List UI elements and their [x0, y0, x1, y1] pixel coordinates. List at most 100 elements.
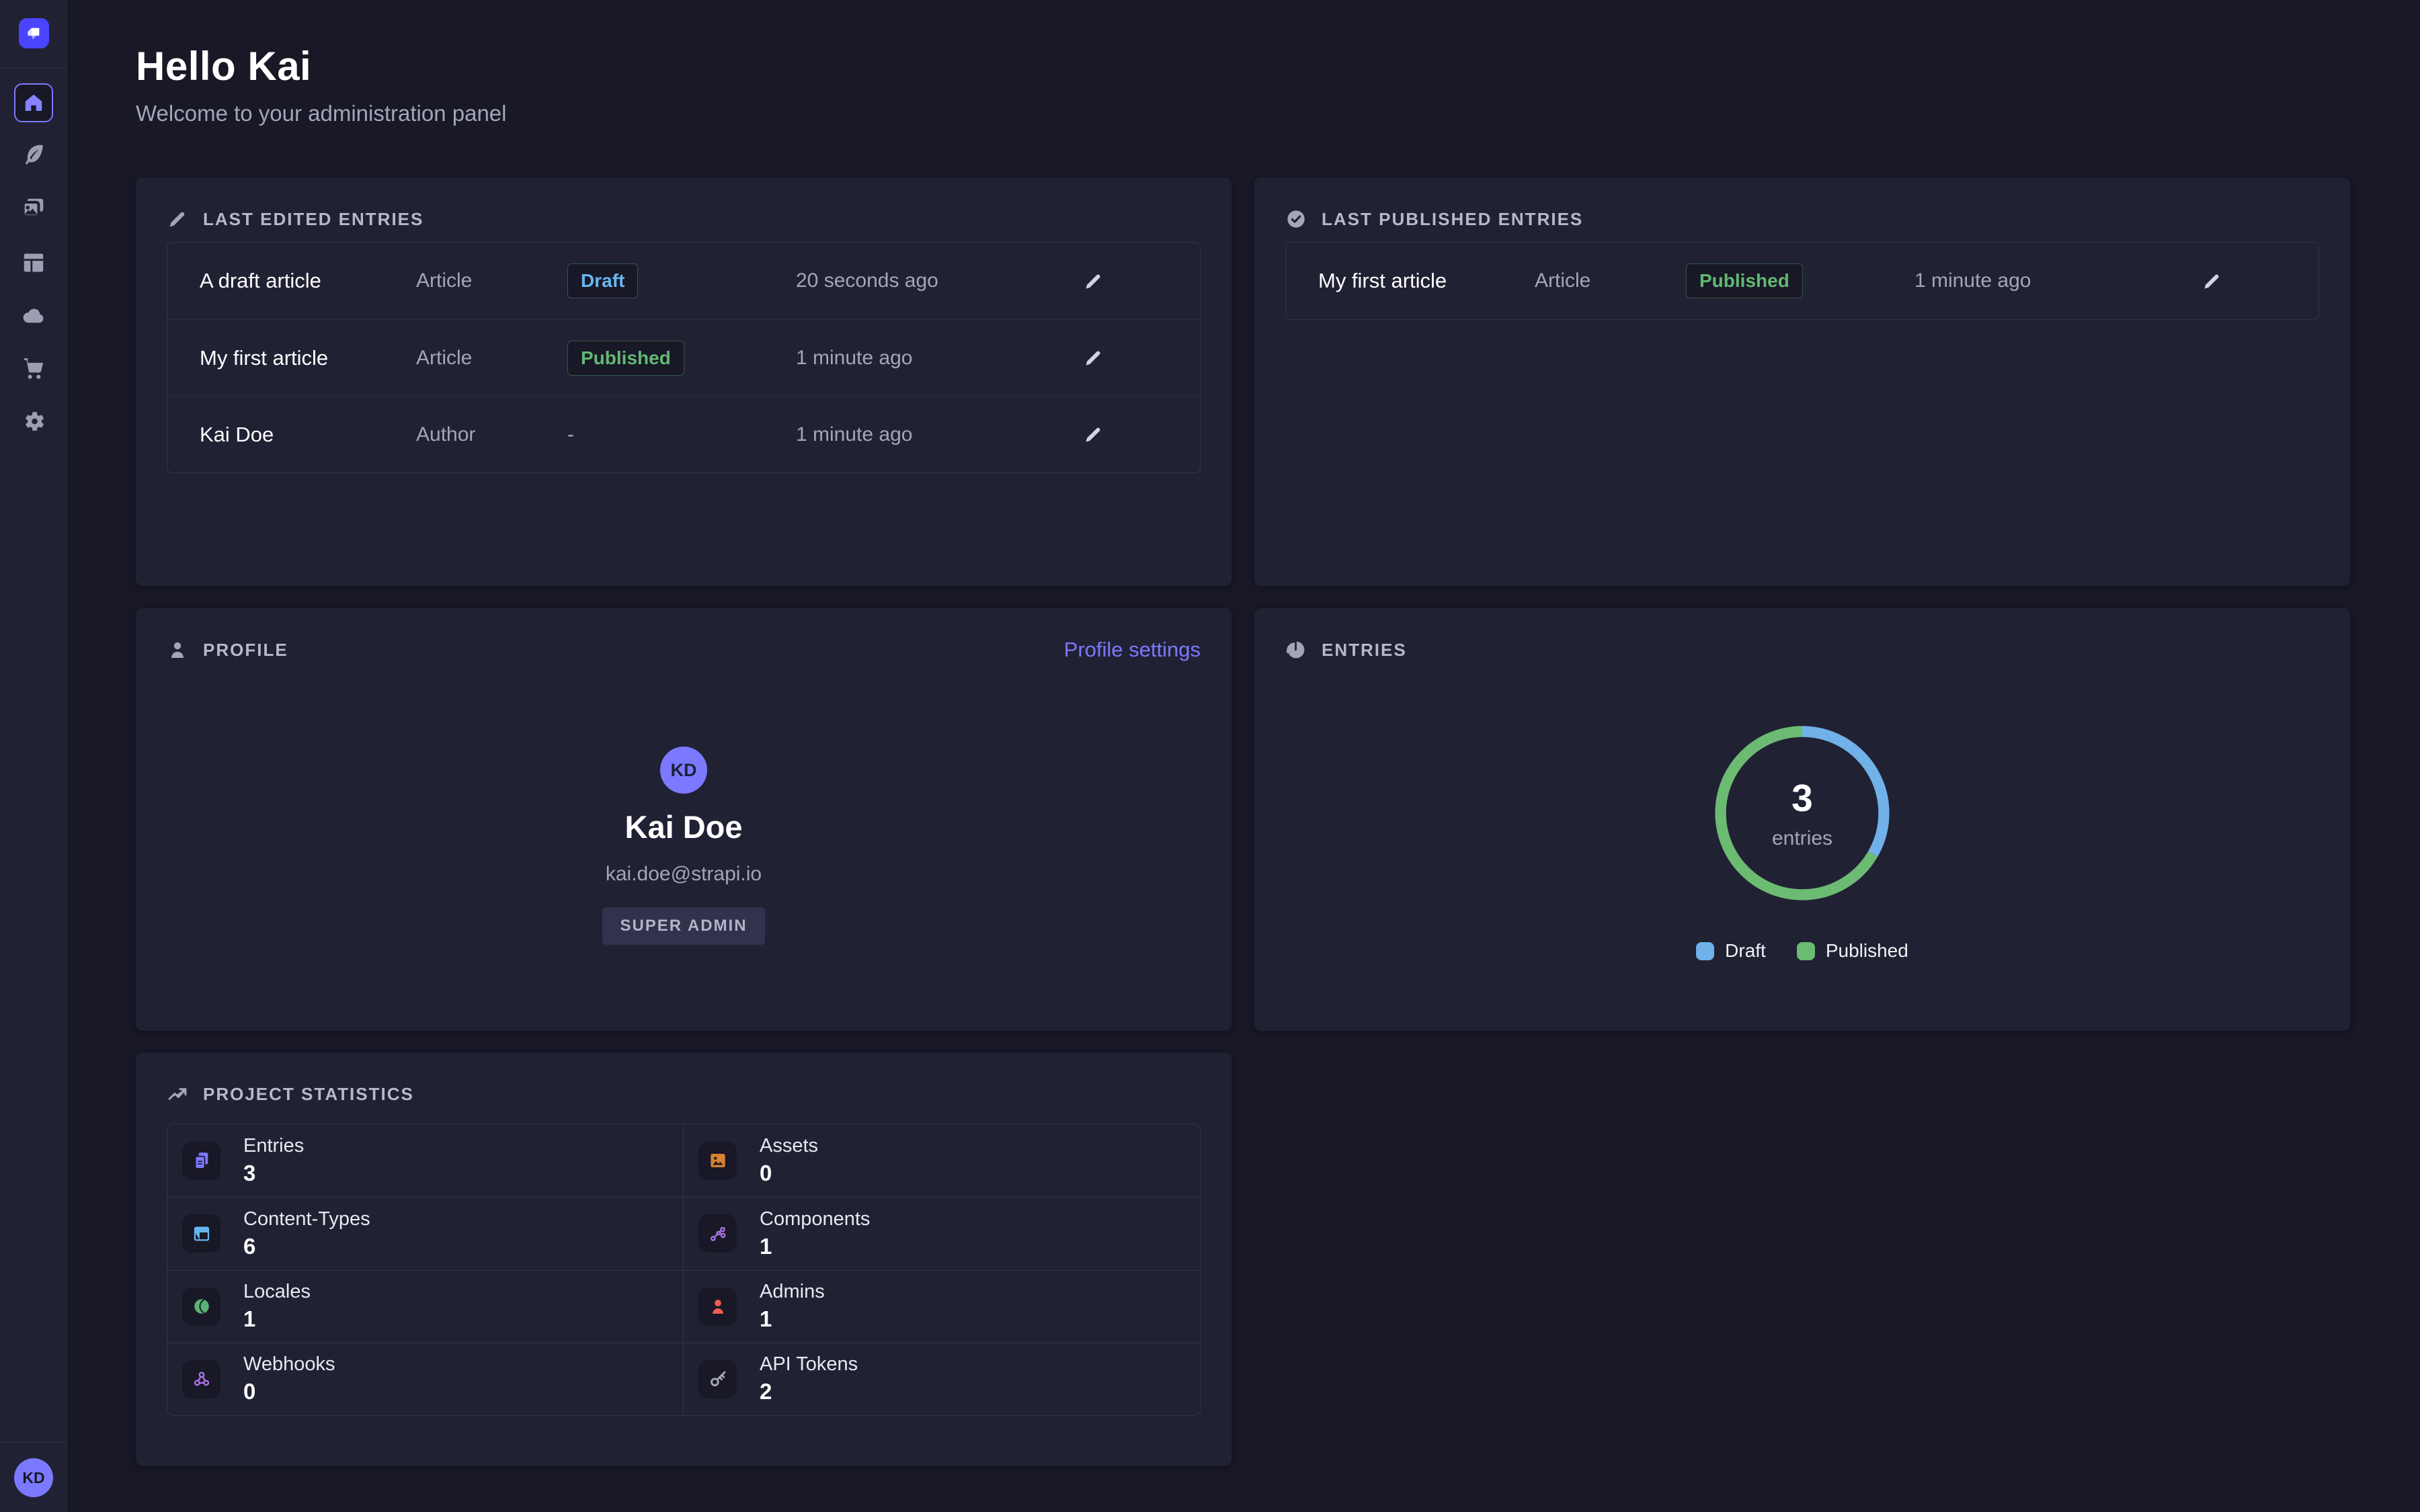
layout-icon	[182, 1214, 220, 1253]
layout-icon	[21, 250, 46, 276]
page-title: Hello Kai	[136, 43, 311, 89]
panel-title: PROJECT STATISTICS	[203, 1084, 414, 1105]
user-icon	[167, 639, 188, 661]
last-edited-entries-panel: LAST EDITED ENTRIES A draft article Arti…	[136, 177, 1232, 586]
stat-value: 1	[760, 1234, 870, 1259]
sidebar: KD	[0, 0, 67, 1512]
stat-api-tokens: API Tokens 2	[684, 1343, 1200, 1415]
panel-title: ENTRIES	[1322, 640, 1407, 661]
profile-panel: PROFILE Profile settings KD Kai Doe kai.…	[136, 608, 1232, 1031]
donut-total: 3	[1791, 776, 1813, 821]
user-avatar[interactable]: KD	[14, 1458, 53, 1497]
edit-entry-button[interactable]	[2202, 271, 2222, 292]
stat-value: 1	[243, 1306, 311, 1332]
status-badge: Draft	[567, 263, 638, 298]
profile-email: kai.doe@strapi.io	[606, 863, 762, 886]
documents-icon	[182, 1142, 220, 1180]
edit-entry-button[interactable]	[1083, 271, 1104, 292]
sidebar-divider	[0, 1442, 67, 1443]
profile-name: Kai Doe	[625, 808, 743, 845]
stat-value: 3	[243, 1161, 304, 1186]
entry-name: My first article	[200, 346, 416, 370]
person-icon	[698, 1288, 737, 1326]
edit-entry-button[interactable]	[1083, 347, 1104, 368]
table-row[interactable]: Kai Doe Author - 1 minute ago	[167, 396, 1200, 472]
entry-name: Kai Doe	[200, 423, 416, 447]
profile-settings-link[interactable]: Profile settings	[1064, 638, 1201, 662]
pictures-icon	[21, 196, 46, 221]
sidebar-item-home[interactable]	[14, 83, 53, 122]
entry-time: 1 minute ago	[1914, 269, 2239, 292]
panel-title: LAST PUBLISHED ENTRIES	[1322, 209, 1583, 230]
edit-entry-button[interactable]	[1083, 424, 1104, 445]
check-circle-icon	[1285, 208, 1307, 230]
status-empty: -	[567, 423, 796, 446]
last-published-table: My first article Article Published 1 min…	[1285, 242, 2319, 320]
project-statistics-panel: PROJECT STATISTICS Entries 3 Assets 0	[136, 1052, 1232, 1466]
pencil-icon	[1083, 347, 1104, 368]
stat-label: API Tokens	[760, 1353, 858, 1376]
stat-webhooks: Webhooks 0	[167, 1343, 684, 1415]
status-badge: Published	[567, 341, 684, 376]
entry-time: 1 minute ago	[796, 347, 1121, 370]
stat-label: Assets	[760, 1135, 818, 1157]
draft-swatch	[1696, 942, 1714, 960]
strapi-logo-glyph	[24, 24, 44, 43]
stat-locales: Locales 1	[167, 1270, 684, 1343]
table-row[interactable]: My first article Article Published 1 min…	[167, 319, 1200, 396]
stat-label: Content-Types	[243, 1208, 370, 1230]
stat-value: 0	[243, 1379, 335, 1404]
donut-total-label: entries	[1772, 827, 1832, 850]
cloud-icon	[21, 303, 46, 329]
webhook-icon	[182, 1360, 220, 1398]
stat-admins: Admins 1	[684, 1270, 1200, 1343]
chart-legend: Draft Published	[1285, 940, 2319, 962]
stat-label: Components	[760, 1208, 870, 1230]
sidebar-item-media-library[interactable]	[21, 196, 46, 221]
entry-time: 20 seconds ago	[796, 269, 1121, 292]
entry-type: Article	[1535, 269, 1686, 292]
stat-entries: Entries 3	[167, 1124, 684, 1197]
sidebar-item-content-manager[interactable]	[21, 142, 46, 167]
sidebar-item-content-type-builder[interactable]	[21, 250, 46, 276]
app-root: KD Hello Kai Welcome to your administrat…	[0, 0, 2420, 1512]
entry-name: My first article	[1318, 269, 1535, 293]
stat-assets: Assets 0	[684, 1124, 1200, 1197]
entry-type: Article	[416, 269, 567, 292]
profile-avatar: KD	[660, 747, 707, 794]
entry-type: Author	[416, 423, 567, 446]
stat-label: Webhooks	[243, 1353, 335, 1376]
pie-chart-icon	[1285, 639, 1307, 661]
stat-label: Entries	[243, 1135, 304, 1157]
table-row[interactable]: A draft article Article Draft 20 seconds…	[167, 243, 1200, 319]
trending-up-icon	[167, 1083, 188, 1105]
sidebar-item-settings[interactable]	[21, 409, 46, 434]
page-subtitle: Welcome to your administration panel	[136, 101, 507, 126]
gear-icon	[21, 409, 46, 434]
legend-published: Published	[1797, 940, 1908, 962]
key-icon	[698, 1360, 737, 1398]
last-published-entries-panel: LAST PUBLISHED ENTRIES My first article …	[1254, 177, 2350, 586]
strapi-logo[interactable]	[19, 18, 49, 48]
stat-value: 6	[243, 1234, 370, 1259]
stat-label: Admins	[760, 1281, 825, 1303]
table-row[interactable]: My first article Article Published 1 min…	[1286, 243, 2318, 319]
home-icon	[23, 92, 44, 114]
stat-label: Locales	[243, 1281, 311, 1303]
status-badge: Published	[1686, 263, 1803, 298]
stat-components: Components 1	[684, 1197, 1200, 1269]
legend-draft: Draft	[1696, 940, 1766, 962]
published-swatch	[1797, 942, 1815, 960]
panel-title: PROFILE	[203, 640, 288, 661]
sidebar-item-marketplace[interactable]	[21, 356, 46, 382]
panel-title: LAST EDITED ENTRIES	[203, 209, 424, 230]
pencil-icon	[1083, 271, 1104, 292]
role-badge: SUPER ADMIN	[602, 907, 764, 945]
entry-name: A draft article	[200, 269, 416, 293]
sidebar-item-cloud[interactable]	[21, 303, 46, 329]
entries-donut-chart: 3 entries	[1705, 716, 1900, 911]
entry-time: 1 minute ago	[796, 423, 1121, 446]
entries-panel: ENTRIES 3 entries Draft Published	[1254, 608, 2350, 1031]
feather-icon	[21, 142, 46, 167]
stat-value: 1	[760, 1306, 825, 1332]
